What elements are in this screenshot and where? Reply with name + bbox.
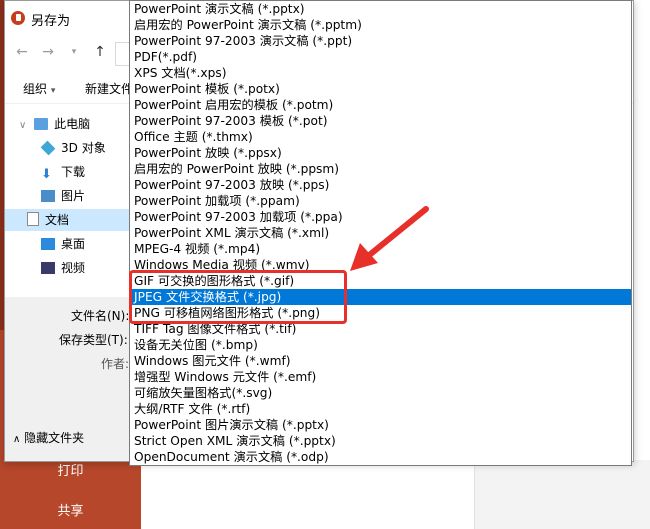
organize-button[interactable]: 组织 ▾ bbox=[23, 80, 55, 97]
file-type-option[interactable]: PowerPoint 图片演示文稿 (*.pptx) bbox=[130, 417, 631, 433]
new-folder-button[interactable]: 新建文件 bbox=[85, 80, 133, 97]
nav-item-this-pc[interactable]: ∨ 此电脑 bbox=[19, 113, 135, 135]
file-type-option[interactable]: OpenDocument 演示文稿 (*.odp) bbox=[130, 449, 631, 465]
file-type-option[interactable]: Strict Open XML 演示文稿 (*.pptx) bbox=[130, 433, 631, 449]
file-type-option[interactable]: XPS 文档(*.xps) bbox=[130, 65, 631, 81]
filename-label: 文件名(N): bbox=[71, 309, 130, 323]
file-type-option[interactable]: Windows 图元文件 (*.wmf) bbox=[130, 353, 631, 369]
file-type-option[interactable]: 启用宏的 PowerPoint 演示文稿 (*.pptm) bbox=[130, 17, 631, 33]
nav-item-label: 此电脑 bbox=[54, 117, 91, 131]
file-type-option[interactable]: PowerPoint 模板 (*.potx) bbox=[130, 81, 631, 97]
file-type-option[interactable]: 设备无关位图 (*.bmp) bbox=[130, 337, 631, 353]
file-type-option[interactable]: PowerPoint 97-2003 放映 (*.pps) bbox=[130, 177, 631, 193]
backstage-share[interactable]: 共享 bbox=[0, 500, 141, 519]
navigation-pane: ∨ 此电脑 3D 对象 ⬇ 下载 图片 文档 桌面 视频 bbox=[5, 105, 135, 295]
desktop-icon bbox=[41, 238, 55, 250]
file-type-option[interactable]: 启用宏的 PowerPoint 放映 (*.ppsm) bbox=[130, 161, 631, 177]
pictures-icon bbox=[41, 190, 55, 202]
hide-folders-toggle[interactable]: ∧ 隐藏文件夹 bbox=[13, 429, 84, 446]
nav-item-label: 文档 bbox=[45, 213, 70, 227]
red-arrow-icon bbox=[350, 206, 429, 271]
file-type-option[interactable]: Office 主题 (*.thmx) bbox=[130, 129, 631, 145]
recent-chevron-icon[interactable]: ▾ bbox=[65, 43, 83, 61]
organize-dropdown-icon: ▾ bbox=[50, 86, 56, 96]
file-type-option[interactable]: PowerPoint 演示文稿 (*.pptx) bbox=[130, 1, 631, 17]
up-arrow-icon[interactable]: ↑ bbox=[91, 43, 109, 61]
download-icon: ⬇ bbox=[41, 167, 52, 182]
file-type-option[interactable]: 可缩放矢量图格式(*.svg) bbox=[130, 385, 631, 401]
file-type-option[interactable]: PowerPoint 放映 (*.ppsx) bbox=[130, 145, 631, 161]
chevron-down-icon[interactable]: ∨ bbox=[19, 120, 26, 131]
nav-item-documents[interactable]: 文档 bbox=[5, 209, 135, 231]
backstage-print[interactable]: 打印 bbox=[0, 460, 141, 479]
organize-label: 组织 bbox=[23, 82, 48, 96]
file-type-option[interactable]: 大纲/RTF 文件 (*.rtf) bbox=[130, 401, 631, 417]
computer-icon bbox=[34, 118, 49, 130]
file-type-option[interactable]: 增强型 Windows 元文件 (*.emf) bbox=[130, 369, 631, 385]
document-icon bbox=[27, 212, 39, 226]
backstage-card bbox=[474, 460, 650, 529]
chevron-up-icon: ∧ bbox=[13, 434, 21, 445]
file-type-option[interactable]: PowerPoint 97-2003 演示文稿 (*.ppt) bbox=[130, 33, 631, 49]
cube-3d-icon bbox=[40, 140, 56, 156]
back-arrow-icon[interactable]: ← bbox=[13, 43, 31, 61]
dialog-title: 另存为 bbox=[31, 14, 71, 29]
nav-item-label: 3D 对象 bbox=[61, 141, 106, 155]
file-type-option[interactable]: PowerPoint 启用宏的模板 (*.potm) bbox=[130, 97, 631, 113]
nav-item-label: 图片 bbox=[61, 189, 86, 203]
highlight-box bbox=[129, 270, 347, 324]
file-type-option[interactable]: PowerPoint 97-2003 模板 (*.pot) bbox=[130, 113, 631, 129]
savetype-label: 保存类型(T): bbox=[59, 333, 128, 347]
nav-item-label: 下载 bbox=[61, 165, 86, 179]
nav-item-label: 视频 bbox=[61, 261, 86, 275]
forward-arrow-icon[interactable]: → bbox=[39, 43, 57, 61]
author-label: 作者: bbox=[101, 357, 130, 371]
file-type-option[interactable]: PDF(*.pdf) bbox=[130, 49, 631, 65]
video-icon bbox=[41, 262, 55, 274]
hide-folders-label: 隐藏文件夹 bbox=[24, 431, 85, 445]
powerpoint-icon bbox=[11, 11, 25, 25]
nav-item-label: 桌面 bbox=[61, 237, 86, 251]
